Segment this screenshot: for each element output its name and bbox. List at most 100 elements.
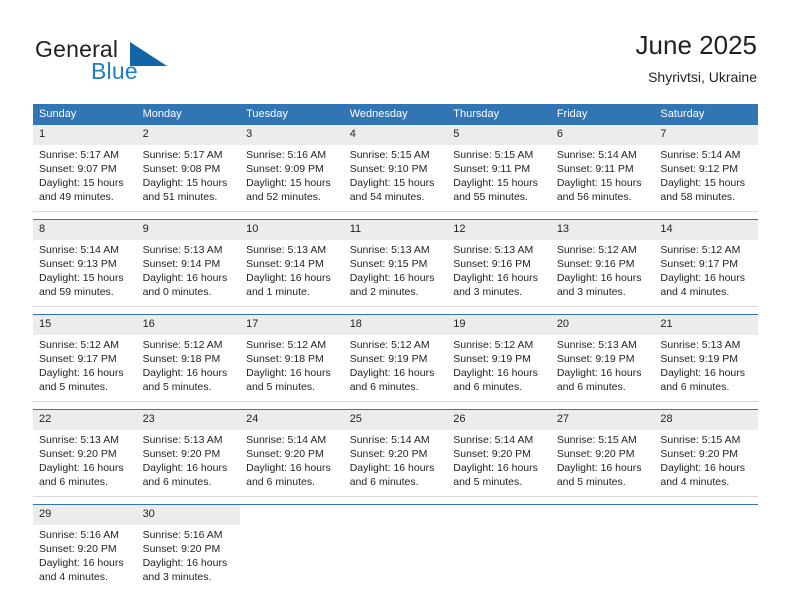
- daylight-text-line1: Daylight: 16 hours: [556, 462, 642, 474]
- sunset-text: Sunset: 9:20 PM: [349, 448, 428, 460]
- daylight-text-line1: Daylight: 15 hours: [39, 272, 124, 284]
- calendar-day-cell[interactable]: 13 Sunrise: 5:12 AM Sunset: 9:16 PM Dayligh…: [550, 219, 655, 307]
- calendar-day-cell[interactable]: 19 Sunrise: 5:12 AM Sunset: 9:19 PM Dayligh…: [447, 314, 551, 402]
- day-number: 15: [33, 315, 137, 335]
- calendar-day-cell[interactable]: 8 Sunrise: 5:14 AM Sunset: 9:13 PM Daylight…: [33, 219, 137, 307]
- weekday-header-sunday: Sunday: [33, 104, 137, 125]
- sunrise-text: Sunrise: 5:15 AM: [556, 434, 637, 446]
- day-number: 11: [343, 220, 448, 240]
- calendar-day-cell[interactable]: 12 Sunrise: 5:13 AM Sunset: 9:16 PM Dayligh…: [447, 219, 551, 307]
- calendar-day-cell[interactable]: 6 Sunrise: 5:14 AM Sunset: 9:11 PM Daylight…: [550, 125, 655, 212]
- sunrise-text: Sunrise: 5:13 AM: [142, 434, 223, 446]
- daylight-text-line2: and 5 minutes.: [453, 476, 523, 488]
- sunset-text: Sunset: 9:18 PM: [142, 353, 221, 365]
- calendar-day-cell[interactable]: 15 Sunrise: 5:12 AM Sunset: 9:17 PM Dayligh…: [33, 314, 137, 402]
- calendar-day-cell-empty: [447, 504, 551, 591]
- calendar-day-cell[interactable]: 2 Sunrise: 5:17 AM Sunset: 9:08 PM Daylight…: [136, 125, 241, 212]
- title-block: June 2025 Shyrivtsi, Ukraine: [636, 28, 757, 88]
- calendar-day-cell[interactable]: 21 Sunrise: 5:13 AM Sunset: 9:19 PM Dayligh…: [654, 314, 758, 402]
- weekday-header-wednesday: Wednesday: [343, 104, 448, 125]
- week-spacer-cell: [33, 211, 758, 220]
- brand-logo[interactable]: General Blue: [35, 36, 255, 88]
- day-number: 2: [136, 125, 241, 145]
- calendar-day-cell[interactable]: 22 Sunrise: 5:13 AM Sunset: 9:20 PM Dayligh…: [33, 409, 137, 497]
- day-number: 10: [240, 220, 344, 240]
- daylight-text-line1: Daylight: 16 hours: [660, 462, 746, 474]
- calendar-day-cell[interactable]: 14 Sunrise: 5:12 AM Sunset: 9:17 PM Dayligh…: [654, 219, 758, 307]
- daylight-text-line1: Daylight: 16 hours: [660, 272, 746, 284]
- sunrise-text: Sunrise: 5:14 AM: [246, 434, 327, 446]
- day-details: Sunrise: 5:15 AM Sunset: 9:11 PM Daylight:…: [447, 145, 551, 204]
- daylight-text-line2: and 52 minutes.: [246, 191, 321, 203]
- sunset-text: Sunset: 9:17 PM: [39, 353, 117, 365]
- daylight-text-line2: and 6 minutes.: [349, 476, 419, 488]
- calendar-day-cell[interactable]: 1 Sunrise: 5:17 AM Sunset: 9:07 PM Daylight…: [33, 125, 137, 212]
- sunrise-text: Sunrise: 5:12 AM: [349, 339, 430, 351]
- calendar-day-cell[interactable]: 25 Sunrise: 5:14 AM Sunset: 9:20 PM Dayligh…: [343, 409, 448, 497]
- calendar-day-cell[interactable]: 26 Sunrise: 5:14 AM Sunset: 9:20 PM Dayligh…: [447, 409, 551, 497]
- calendar-day-cell[interactable]: 27 Sunrise: 5:15 AM Sunset: 9:20 PM Dayligh…: [550, 409, 655, 497]
- sunrise-text: Sunrise: 5:14 AM: [660, 149, 741, 161]
- page-title: June 2025: [635, 30, 757, 60]
- day-number: [240, 505, 344, 525]
- sunset-text: Sunset: 9:07 PM: [39, 163, 117, 175]
- day-details: Sunrise: 5:15 AM Sunset: 9:20 PM Daylight:…: [551, 430, 655, 489]
- daylight-text-line2: and 6 minutes.: [453, 381, 523, 393]
- calendar-day-cell-empty: [550, 504, 655, 591]
- sunset-text: Sunset: 9:11 PM: [556, 163, 634, 175]
- day-details: Sunrise: 5:12 AM Sunset: 9:16 PM Daylight:…: [551, 240, 655, 299]
- day-details: Sunrise: 5:16 AM Sunset: 9:09 PM Daylight:…: [240, 145, 344, 204]
- day-number: [550, 505, 655, 525]
- sunrise-text: Sunrise: 5:13 AM: [660, 339, 741, 351]
- sunrise-text: Sunrise: 5:12 AM: [246, 339, 327, 351]
- day-number: 13: [550, 220, 655, 240]
- daylight-text-line1: Daylight: 15 hours: [142, 177, 228, 189]
- sunset-text: Sunset: 9:16 PM: [556, 258, 635, 270]
- calendar-day-cell[interactable]: 3 Sunrise: 5:16 AM Sunset: 9:09 PM Daylight…: [240, 125, 344, 212]
- weekday-header-monday: Monday: [136, 104, 241, 125]
- calendar-day-cell[interactable]: 29 Sunrise: 5:16 AM Sunset: 9:20 PM Dayligh…: [33, 504, 137, 591]
- daylight-text-line2: and 5 minutes.: [556, 476, 626, 488]
- sunrise-text: Sunrise: 5:15 AM: [453, 149, 534, 161]
- calendar-day-cell[interactable]: 30 Sunrise: 5:16 AM Sunset: 9:20 PM Dayligh…: [136, 504, 241, 591]
- calendar-day-cell[interactable]: 23 Sunrise: 5:13 AM Sunset: 9:20 PM Dayligh…: [136, 409, 241, 497]
- calendar-day-cell[interactable]: 5 Sunrise: 5:15 AM Sunset: 9:11 PM Daylight…: [447, 125, 551, 212]
- calendar-day-cell[interactable]: 18 Sunrise: 5:12 AM Sunset: 9:19 PM Dayligh…: [343, 314, 448, 402]
- calendar-day-cell-empty: [343, 504, 448, 591]
- calendar-day-cell[interactable]: 28 Sunrise: 5:15 AM Sunset: 9:20 PM Dayligh…: [654, 409, 758, 497]
- daylight-text-line1: Daylight: 16 hours: [39, 462, 124, 474]
- daylight-text-line1: Daylight: 16 hours: [556, 272, 642, 284]
- sunrise-text: Sunrise: 5:16 AM: [39, 529, 119, 541]
- calendar-day-cell[interactable]: 20 Sunrise: 5:13 AM Sunset: 9:19 PM Dayligh…: [550, 314, 655, 402]
- sunset-text: Sunset: 9:17 PM: [660, 258, 739, 270]
- day-details: Sunrise: 5:12 AM Sunset: 9:18 PM Daylight:…: [137, 335, 241, 394]
- day-number: 16: [136, 315, 241, 335]
- calendar-day-cell[interactable]: 9 Sunrise: 5:13 AM Sunset: 9:14 PM Daylight…: [136, 219, 241, 307]
- day-details: Sunrise: 5:13 AM Sunset: 9:14 PM Daylight:…: [240, 240, 344, 299]
- sunset-text: Sunset: 9:20 PM: [39, 448, 117, 460]
- calendar-day-cell[interactable]: 17 Sunrise: 5:12 AM Sunset: 9:18 PM Dayligh…: [240, 314, 344, 402]
- calendar-week-row: 22 Sunrise: 5:13 AM Sunset: 9:20 PM Dayligh…: [33, 409, 758, 497]
- daylight-text-line2: and 4 minutes.: [660, 476, 730, 488]
- daylight-text-line2: and 1 minute.: [246, 286, 310, 298]
- daylight-text-line1: Daylight: 16 hours: [453, 367, 538, 379]
- calendar-day-cell[interactable]: 10 Sunrise: 5:13 AM Sunset: 9:14 PM Dayligh…: [240, 219, 344, 307]
- calendar-day-cell[interactable]: 4 Sunrise: 5:15 AM Sunset: 9:10 PM Daylight…: [343, 125, 448, 212]
- day-details: Sunrise: 5:15 AM Sunset: 9:20 PM Daylight:…: [654, 430, 758, 489]
- day-details: Sunrise: 5:13 AM Sunset: 9:15 PM Daylight:…: [344, 240, 448, 299]
- day-details: Sunrise: 5:14 AM Sunset: 9:13 PM Daylight:…: [33, 240, 137, 299]
- calendar-day-cell[interactable]: 16 Sunrise: 5:12 AM Sunset: 9:18 PM Dayligh…: [136, 314, 241, 402]
- daylight-text-line2: and 51 minutes.: [142, 191, 218, 203]
- calendar-day-cell[interactable]: 7 Sunrise: 5:14 AM Sunset: 9:12 PM Daylight…: [654, 125, 758, 212]
- calendar-day-cell[interactable]: 24 Sunrise: 5:14 AM Sunset: 9:20 PM Dayligh…: [240, 409, 344, 497]
- sunset-text: Sunset: 9:13 PM: [39, 258, 117, 270]
- sunset-text: Sunset: 9:09 PM: [246, 163, 324, 175]
- sunrise-text: Sunrise: 5:12 AM: [453, 339, 534, 351]
- calendar-day-cell[interactable]: 11 Sunrise: 5:13 AM Sunset: 9:15 PM Dayligh…: [343, 219, 448, 307]
- sunset-text: Sunset: 9:12 PM: [660, 163, 739, 175]
- day-number: 23: [136, 410, 241, 430]
- sunrise-text: Sunrise: 5:15 AM: [660, 434, 741, 446]
- day-details: Sunrise: 5:13 AM Sunset: 9:14 PM Daylight:…: [137, 240, 241, 299]
- daylight-text-line2: and 3 minutes.: [556, 286, 626, 298]
- day-details: Sunrise: 5:13 AM Sunset: 9:20 PM Daylight:…: [33, 430, 137, 489]
